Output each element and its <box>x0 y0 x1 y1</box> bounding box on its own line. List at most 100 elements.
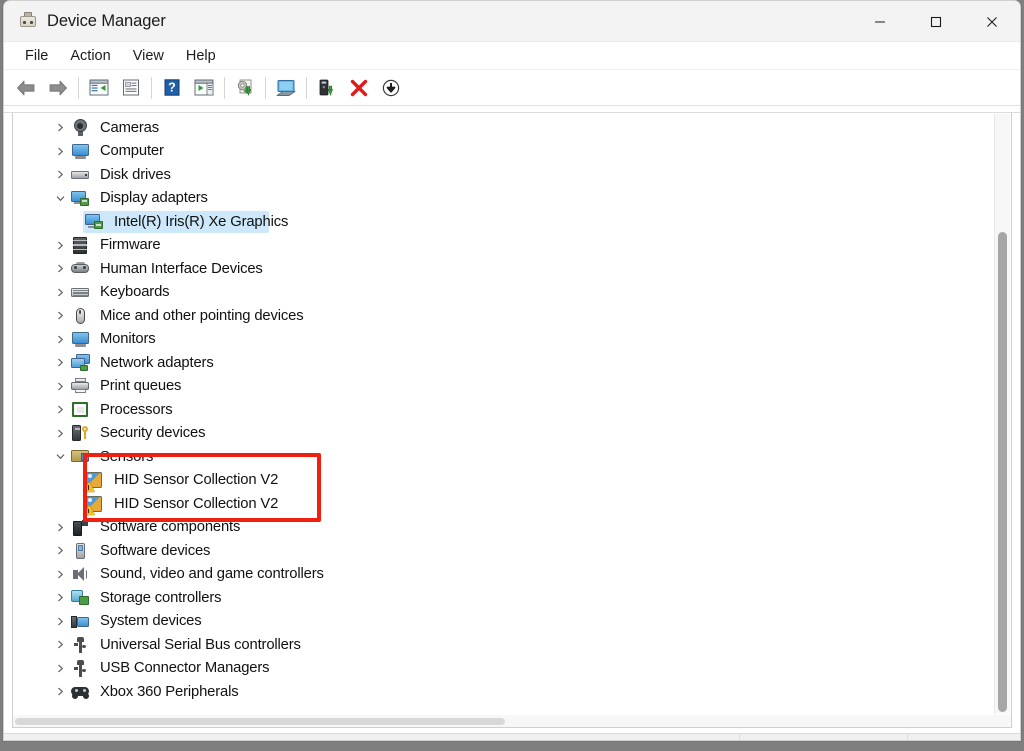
chevron-right-icon[interactable] <box>51 546 69 555</box>
chevron-right-icon[interactable] <box>51 640 69 649</box>
close-icon <box>987 16 997 27</box>
tree-item-mice-and-other-pointing-devices[interactable]: Mice and other pointing devices <box>13 304 993 328</box>
chevron-right-icon[interactable] <box>51 664 69 673</box>
display-adapter-icon <box>69 189 91 207</box>
console-tree-icon <box>89 79 109 96</box>
tree-item-usb-connector-managers[interactable]: USB Connector Managers <box>13 657 993 681</box>
chevron-right-icon[interactable] <box>51 311 69 320</box>
chevron-right-icon[interactable] <box>51 593 69 602</box>
tree-item-label: Processors <box>100 401 173 418</box>
menu-item-file[interactable]: File <box>14 45 59 67</box>
device-manager-window: Device Manager File Action View Help ? C… <box>3 0 1021 741</box>
chevron-right-icon[interactable] <box>51 523 69 532</box>
toolbar: ? <box>4 70 1020 106</box>
down-arrow-circle-icon <box>382 79 400 96</box>
tree-item-label: Mice and other pointing devices <box>100 307 304 324</box>
tree-item-cameras[interactable]: Cameras <box>13 116 993 140</box>
tree-item-display-adapters[interactable]: Display adapters <box>13 187 993 211</box>
tree-item-label: Sound, video and game controllers <box>100 566 324 583</box>
enable-device-button[interactable] <box>311 73 343 103</box>
tree-item-print-queues[interactable]: Print queues <box>13 375 993 399</box>
tree-item-system-devices[interactable]: System devices <box>13 610 993 634</box>
tree-item-sound-video-and-game-controllers[interactable]: Sound, video and game controllers <box>13 563 993 587</box>
chevron-right-icon[interactable] <box>51 570 69 579</box>
tree-item-computer[interactable]: Computer <box>13 140 993 164</box>
tree-item-xbox-360-peripherals[interactable]: Xbox 360 Peripherals <box>13 680 993 704</box>
disk-drive-icon <box>69 166 91 184</box>
uninstall-device-button[interactable] <box>343 73 375 103</box>
minimize-button[interactable] <box>852 1 908 42</box>
tree-item-label: Print queues <box>100 378 182 395</box>
toolbar-separator-1 <box>78 76 79 99</box>
chevron-right-icon[interactable] <box>51 687 69 696</box>
tree-item-hid-sensor-collection-v2-1[interactable]: HID Sensor Collection V2 <box>13 469 993 493</box>
tree-item-firmware[interactable]: Firmware <box>13 234 993 258</box>
vertical-scrollbar[interactable] <box>994 114 1010 714</box>
tree-item-label: Keyboards <box>100 284 170 301</box>
close-button[interactable] <box>964 1 1020 42</box>
chevron-right-icon[interactable] <box>51 241 69 250</box>
menu-item-help[interactable]: Help <box>175 45 227 67</box>
usb-icon <box>69 636 91 654</box>
update-driver-button[interactable] <box>229 73 261 103</box>
tree-item-software-components[interactable]: Software components <box>13 516 993 540</box>
chevron-right-icon[interactable] <box>51 358 69 367</box>
tree-item-security-devices[interactable]: Security devices <box>13 422 993 446</box>
chevron-right-icon[interactable] <box>51 288 69 297</box>
tree-item-label: HID Sensor Collection V2 <box>114 472 279 489</box>
disable-device-button[interactable] <box>375 73 407 103</box>
tree-item-storage-controllers[interactable]: Storage controllers <box>13 586 993 610</box>
chevron-right-icon[interactable] <box>51 405 69 414</box>
chevron-right-icon[interactable] <box>51 147 69 156</box>
toolbar-separator-4 <box>265 76 266 99</box>
tree-item-processors[interactable]: Processors <box>13 398 993 422</box>
menu-item-view[interactable]: View <box>122 45 175 67</box>
toolbar-divider <box>4 106 1020 113</box>
tree-item-sensors[interactable]: Sensors <box>13 445 993 469</box>
tree-item-universal-serial-bus-controllers[interactable]: Universal Serial Bus controllers <box>13 633 993 657</box>
maximize-button[interactable] <box>908 1 964 42</box>
back-button[interactable] <box>10 73 42 103</box>
tree-item-intel-iris-xe-graphics[interactable]: Intel(R) Iris(R) Xe Graphics <box>13 210 993 234</box>
horizontal-scrollbar[interactable] <box>12 715 1012 728</box>
vertical-scrollbar-thumb[interactable] <box>998 232 1007 712</box>
chevron-right-icon[interactable] <box>51 170 69 179</box>
scan-for-hardware-changes-button[interactable] <box>270 73 302 103</box>
tree-item-label: Network adapters <box>100 354 214 371</box>
system-device-icon <box>69 612 91 630</box>
tree-item-disk-drives[interactable]: Disk drives <box>13 163 993 187</box>
tree-item-software-devices[interactable]: Software devices <box>13 539 993 563</box>
forward-button[interactable] <box>42 73 74 103</box>
help-button[interactable]: ? <box>156 73 188 103</box>
show-hide-console-tree-button[interactable] <box>83 73 115 103</box>
chevron-right-icon[interactable] <box>51 123 69 132</box>
toolbar-separator-2 <box>151 76 152 99</box>
help-question-icon: ? <box>164 79 180 96</box>
show-hide-action-pane-button[interactable] <box>188 73 220 103</box>
chevron-right-icon[interactable] <box>51 264 69 273</box>
window-controls <box>852 1 1020 42</box>
properties-button[interactable] <box>115 73 147 103</box>
sensors-group-icon <box>69 448 91 466</box>
chevron-down-icon[interactable] <box>51 194 69 203</box>
chevron-right-icon[interactable] <box>51 429 69 438</box>
title-bar: Device Manager <box>4 1 1020 42</box>
chevron-right-icon[interactable] <box>51 617 69 626</box>
network-adapter-icon <box>69 354 91 372</box>
chevron-right-icon[interactable] <box>51 382 69 391</box>
tree-item-keyboards[interactable]: Keyboards <box>13 281 993 305</box>
tree-item-human-interface-devices[interactable]: Human Interface Devices <box>13 257 993 281</box>
hid-icon <box>69 260 91 278</box>
chevron-right-icon[interactable] <box>51 335 69 344</box>
software-component-icon <box>69 518 91 536</box>
tree-item-label: System devices <box>100 613 202 630</box>
chevron-down-icon[interactable] <box>51 452 69 461</box>
tree-item-network-adapters[interactable]: Network adapters <box>13 351 993 375</box>
tree-item-hid-sensor-collection-v2-2[interactable]: HID Sensor Collection V2 <box>13 492 993 516</box>
tree-item-monitors[interactable]: Monitors <box>13 328 993 352</box>
horizontal-scrollbar-thumb[interactable] <box>15 718 505 725</box>
menu-item-action[interactable]: Action <box>59 45 121 67</box>
tree-item-label: Firmware <box>100 237 161 254</box>
arrow-right-icon <box>49 80 67 95</box>
sound-icon <box>69 565 91 583</box>
